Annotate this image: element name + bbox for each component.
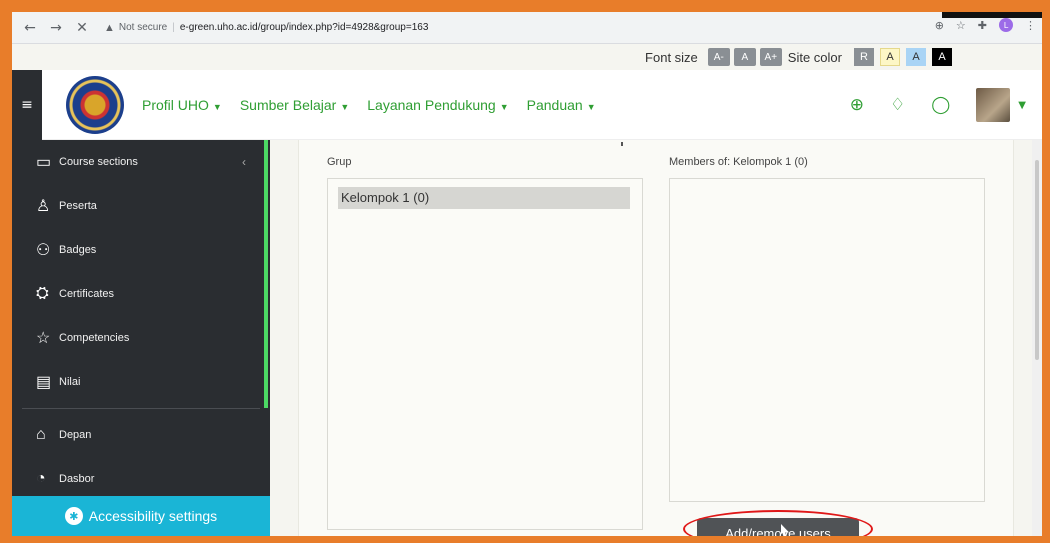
site-navbar: ≡ Profil UHO ▼ Sumber Belajar ▼ Layanan Pe… (12, 69, 1042, 140)
arrow-right-icon[interactable]: → (48, 20, 64, 36)
zoom-icon[interactable]: ⊕ (935, 19, 944, 32)
menu-label: Profil UHO (142, 96, 209, 113)
site-color-label: Site color (787, 49, 842, 65)
sidebar-item-competencies[interactable]: ☆ Competencies (12, 316, 270, 360)
tick-mark (621, 142, 623, 146)
sidebar-divider (22, 408, 260, 409)
accessibility-settings-label: Accessibility settings (88, 508, 218, 524)
grup-label: Grup (327, 156, 352, 168)
color-yellow-button[interactable]: A (880, 48, 900, 66)
menu-dots-icon[interactable]: ⋮ (1025, 19, 1036, 32)
sidebar-item-label: Dasbor (59, 473, 95, 485)
separator: | (172, 22, 175, 33)
bell-icon[interactable]: ♢ (890, 95, 905, 115)
sidebar-scrollbar[interactable] (264, 140, 268, 408)
members-label: Members of: Kelompok 1 (0) (669, 156, 808, 168)
folder-icon: ▭ (36, 154, 52, 171)
warning-icon: ▲ (104, 21, 115, 34)
caret-down-icon: ▼ (340, 101, 350, 112)
main-content: Grup Members of: Kelompok 1 (0) Kelompok… (270, 140, 1042, 536)
color-black-button[interactable]: A (932, 48, 952, 66)
dashboard-icon: ◔ (36, 470, 46, 487)
font-reset-button[interactable]: A (733, 48, 756, 66)
course-sidebar: ▭ Course sections ‹ ♙ Peserta ⚇ Badges ⛭… (12, 140, 270, 536)
sidebar-item-label: Nilai (59, 376, 81, 388)
browser-toolbar: ← → ✕ ▲ Not secure | e-green.uho.ac.id/g… (12, 12, 1042, 44)
sidebar-item-course-sections[interactable]: ▭ Course sections ‹ (12, 140, 270, 184)
caret-down-icon: ▼ (212, 101, 222, 112)
address-bar[interactable]: ▲ Not secure | e-green.uho.ac.id/group/i… (104, 22, 428, 34)
accessibility-toolbar: Font size A- A A+ Site color R A A A (12, 44, 1042, 70)
groups-select[interactable]: Kelompok 1 (0) (327, 178, 643, 530)
color-reset-button[interactable]: R (854, 48, 874, 66)
user-avatar[interactable] (976, 88, 1011, 122)
sidebar-item-depan[interactable]: ⌂ Depan (12, 413, 270, 457)
menu-layanan-pendukung[interactable]: Layanan Pendukung ▼ (367, 97, 508, 113)
sidebar-item-label: Course sections (59, 156, 138, 168)
group-option[interactable]: Kelompok 1 (0) (338, 187, 630, 209)
sidebar-item-label: Certificates (59, 288, 115, 300)
main-menu: Profil UHO ▼ Sumber Belajar ▼ Layanan Pend… (142, 97, 614, 113)
home-icon: ⌂ (36, 426, 46, 443)
menu-panduan[interactable]: Panduan ▼ (527, 97, 596, 113)
badge-icon: ⚇ (36, 242, 51, 259)
menu-label: Sumber Belajar (239, 96, 337, 113)
sidebar-item-label: Peserta (59, 200, 97, 212)
sidebar-item-label: Badges (59, 244, 97, 256)
accessibility-icon: ✱ (64, 507, 83, 525)
users-icon: ♙ (36, 198, 51, 215)
app-window: ← → ✕ ▲ Not secure | e-green.uho.ac.id/g… (12, 12, 1042, 536)
accessibility-settings-button[interactable]: ✱ Accessibility settings (12, 496, 270, 536)
sidebar-item-dasbor[interactable]: ◔ Dasbor (12, 457, 270, 501)
close-icon[interactable]: ✕ (74, 20, 90, 36)
font-increase-button[interactable]: A+ (759, 48, 782, 66)
menu-label: Panduan (526, 96, 583, 113)
navbar-actions: ⊕ ♢ ◯ ▼ (850, 70, 1042, 140)
caret-down-icon: ▼ (499, 101, 509, 112)
star-icon: ☆ (36, 330, 51, 347)
globe-icon[interactable]: ⊕ (850, 95, 864, 115)
groups-card: Grup Members of: Kelompok 1 (0) Kelompok… (298, 140, 1014, 536)
members-select[interactable] (669, 178, 985, 502)
chat-icon[interactable]: ◯ (931, 95, 950, 115)
menu-sumber-belajar[interactable]: Sumber Belajar ▼ (240, 97, 349, 113)
hamburger-icon[interactable]: ≡ (12, 69, 42, 140)
sidebar-item-label: Competencies (59, 332, 130, 344)
star-icon[interactable]: ☆ (956, 19, 966, 32)
overlay-bar (942, 12, 1042, 18)
gradebook-icon: ▤ (36, 374, 52, 391)
font-size-label: Font size (645, 49, 698, 65)
sidebar-item-badges[interactable]: ⚇ Badges (12, 228, 270, 272)
caret-down-icon: ▼ (586, 101, 596, 112)
browser-actions: ⊕ ☆ ✚ L ⋮ (935, 18, 1036, 32)
certificate-icon: ⛭ (36, 285, 49, 302)
sidebar-item-nilai[interactable]: ▤ Nilai (12, 360, 270, 404)
scrollbar-thumb[interactable] (1035, 160, 1039, 360)
security-status: Not secure (118, 22, 168, 33)
sidebar-item-peserta[interactable]: ♙ Peserta (12, 184, 270, 228)
page-scrollbar[interactable] (1032, 140, 1042, 536)
color-blue-button[interactable]: A (906, 48, 926, 66)
sidebar-item-certificates[interactable]: ⛭ Certificates (12, 272, 270, 316)
arrow-left-icon[interactable]: ← (22, 20, 38, 36)
caret-down-icon[interactable]: ▼ (1018, 100, 1026, 111)
highlight-ellipse (683, 510, 873, 536)
menu-profil-uho[interactable]: Profil UHO ▼ (142, 97, 222, 113)
extensions-icon[interactable]: ✚ (978, 19, 987, 32)
chevron-left-icon[interactable]: ‹ (242, 155, 246, 169)
profile-avatar[interactable]: L (999, 18, 1013, 32)
sidebar-item-label: Depan (59, 429, 92, 441)
font-decrease-button[interactable]: A- (707, 48, 730, 66)
university-logo[interactable] (66, 75, 124, 134)
url-text[interactable]: e-green.uho.ac.id/group/index.php?id=492… (180, 22, 429, 33)
menu-label: Layanan Pendukung (367, 96, 496, 113)
